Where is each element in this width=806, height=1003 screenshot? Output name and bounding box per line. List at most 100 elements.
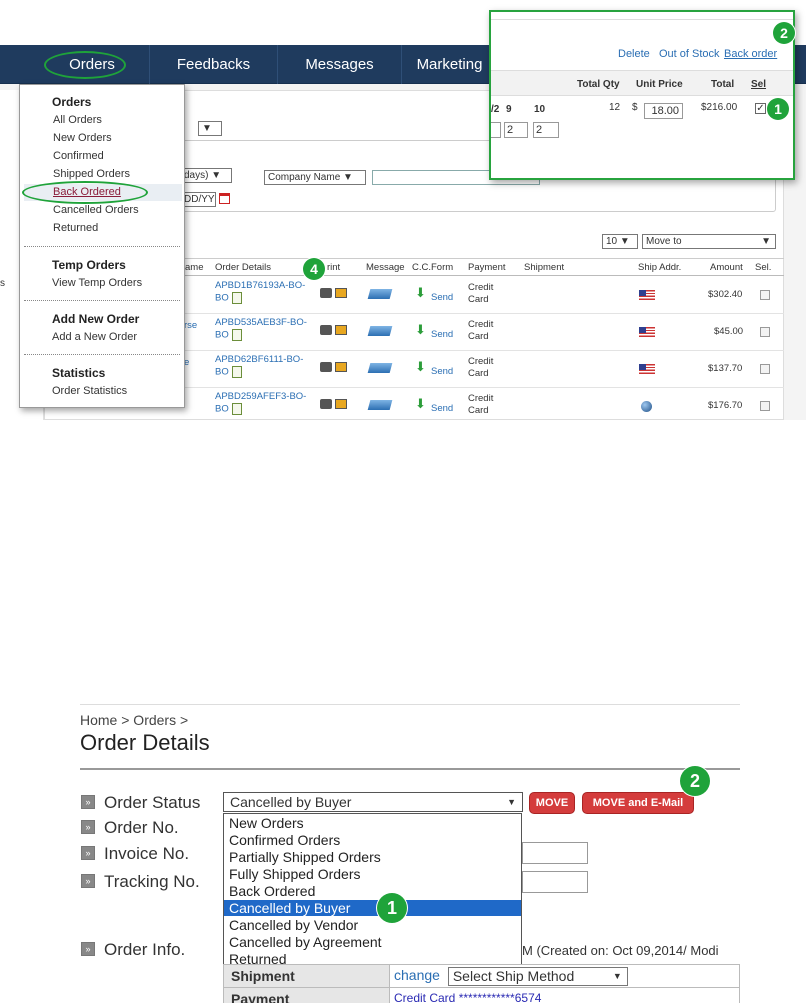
qty-input-2[interactable]: 2 [533, 122, 559, 138]
send-arrow-icon[interactable]: ⬇ [415, 360, 426, 373]
row-checkbox[interactable] [760, 364, 770, 374]
option-cancelled-by-agreement[interactable]: Cancelled by Agreement [229, 934, 382, 950]
payment-label-cell: Payment [223, 987, 390, 1003]
option-cancelled-by-buyer[interactable]: Cancelled by Buyer [224, 900, 521, 916]
print-icon[interactable] [320, 399, 332, 409]
document-icon[interactable] [231, 403, 242, 415]
orders-highlight-ring [44, 51, 126, 79]
document-icon[interactable] [231, 366, 242, 378]
packing-slip-icon[interactable] [335, 362, 347, 372]
sel-checkbox[interactable]: ✓ [755, 103, 766, 114]
menu-divider [24, 246, 180, 247]
change-link[interactable]: change [394, 967, 440, 983]
tracking-no-label: Tracking No. [104, 872, 200, 891]
title-divider [80, 768, 740, 770]
us-flag-icon [639, 327, 655, 337]
qty-input-0[interactable] [491, 122, 501, 138]
delete-link[interactable]: Delete [618, 48, 650, 60]
message-icon[interactable] [367, 326, 393, 336]
days-select[interactable]: days) ▼ [180, 168, 232, 183]
popup-header-row: Total Qty Unit Price Total Sel [491, 70, 793, 96]
name-link[interactable]: rse [184, 320, 197, 332]
payment-cell: Credit Card [468, 393, 494, 416]
menu-returned[interactable]: Returned [53, 222, 98, 234]
menu-all-orders[interactable]: All Orders [53, 114, 102, 126]
unit-price-input[interactable]: 18.00 [644, 103, 683, 119]
payment-cell: Credit Card [468, 356, 494, 379]
option-partially-shipped[interactable]: Partially Shipped Orders [229, 849, 381, 865]
menu-divider [24, 354, 180, 355]
move-to-select[interactable]: Move to ▼ [642, 234, 776, 249]
menu-stats-title: Statistics [52, 366, 106, 380]
col-unit-price: Unit Price [636, 79, 683, 90]
menu-add-new-order[interactable]: Add a New Order [52, 331, 137, 343]
menu-order-statistics[interactable]: Order Statistics [52, 385, 127, 397]
breadcrumb[interactable]: Home > Orders > [80, 712, 188, 728]
nav-marketing[interactable]: Marketing [402, 45, 497, 84]
menu-shipped-orders[interactable]: Shipped Orders [53, 168, 130, 180]
invoice-no-input[interactable] [522, 842, 588, 864]
nav-messages[interactable]: Messages [278, 45, 402, 84]
packing-slip-icon[interactable] [335, 288, 347, 298]
row-checkbox[interactable] [760, 290, 770, 300]
menu-temp-title: Temp Orders [52, 258, 126, 272]
back-order-link[interactable]: Back order [724, 48, 777, 60]
status-filter-select[interactable]: ▼ [198, 121, 222, 136]
packing-slip-icon[interactable] [335, 399, 347, 409]
print-icon[interactable] [320, 325, 332, 335]
nav-feedbacks[interactable]: Feedbacks [150, 45, 278, 84]
order-link[interactable]: APBD1B76193A-BO-BO [215, 280, 315, 305]
option-confirmed-orders[interactable]: Confirmed Orders [229, 832, 340, 848]
size-col-a: /2 [491, 104, 500, 115]
move-and-email-button[interactable]: MOVE and E-Mail [582, 792, 694, 814]
order-link[interactable]: APBD62BF6111-BO-BO [215, 354, 315, 379]
calendar-icon[interactable] [219, 193, 230, 204]
send-arrow-icon[interactable]: ⬇ [415, 323, 426, 336]
send-link[interactable]: Send [431, 292, 453, 304]
row-checkbox[interactable] [760, 401, 770, 411]
document-icon[interactable] [231, 292, 242, 304]
order-status-select[interactable]: Cancelled by Buyer ▼ [223, 792, 523, 812]
send-arrow-icon[interactable]: ⬇ [415, 397, 426, 410]
ship-method-select[interactable]: Select Ship Method ▼ [447, 967, 628, 986]
option-back-ordered[interactable]: Back Ordered [229, 883, 315, 899]
menu-new-orders[interactable]: New Orders [53, 132, 112, 144]
packing-slip-icon[interactable] [335, 325, 347, 335]
qty-input-1[interactable]: 2 [504, 122, 528, 138]
menu-view-temp-orders[interactable]: View Temp Orders [52, 277, 142, 289]
order-info-label: Order Info. [104, 940, 186, 959]
orders-dropdown-menu: Orders All Orders New Orders Confirmed S… [19, 84, 185, 408]
move-button[interactable]: MOVE [529, 792, 575, 814]
send-link[interactable]: Send [431, 366, 453, 378]
send-arrow-icon[interactable]: ⬇ [415, 286, 426, 299]
send-link[interactable]: Send [431, 329, 453, 341]
per-page-select[interactable]: 10 ▼ [602, 234, 638, 249]
tracking-no-input[interactable] [522, 871, 588, 893]
document-icon[interactable] [231, 329, 242, 341]
print-icon[interactable] [320, 288, 332, 298]
line-total-value: $216.00 [701, 102, 738, 113]
payment-cell: Credit Card [468, 282, 494, 305]
company-select[interactable]: Company Name ▼ [264, 170, 366, 185]
menu-divider [24, 300, 180, 301]
order-link[interactable]: APBD259AFEF3-BO-BO [215, 391, 315, 416]
date-input[interactable]: DD/YY [180, 192, 216, 207]
menu-confirmed[interactable]: Confirmed [53, 150, 104, 162]
message-icon[interactable] [367, 400, 393, 410]
total-qty-value: 12 [609, 102, 621, 113]
send-link[interactable]: Send [431, 403, 453, 415]
message-icon[interactable] [367, 289, 393, 299]
option-fully-shipped[interactable]: Fully Shipped Orders [229, 866, 361, 882]
amount-cell: $137.70 [708, 363, 743, 374]
order-link[interactable]: APBD535AEB3F-BO-BO [215, 317, 315, 342]
out-of-stock-link[interactable]: Out of Stock [659, 48, 720, 60]
top-rule [80, 704, 740, 705]
message-icon[interactable] [367, 363, 393, 373]
page-title: Order Details [80, 730, 210, 755]
option-cancelled-by-vendor[interactable]: Cancelled by Vendor [229, 917, 358, 933]
option-new-orders[interactable]: New Orders [229, 815, 304, 831]
print-icon[interactable] [320, 362, 332, 372]
menu-cancelled-orders[interactable]: Cancelled Orders [53, 204, 139, 216]
created-on-text: M (Created on: Oct 09,2014/ Modi [522, 943, 719, 958]
row-checkbox[interactable] [760, 327, 770, 337]
